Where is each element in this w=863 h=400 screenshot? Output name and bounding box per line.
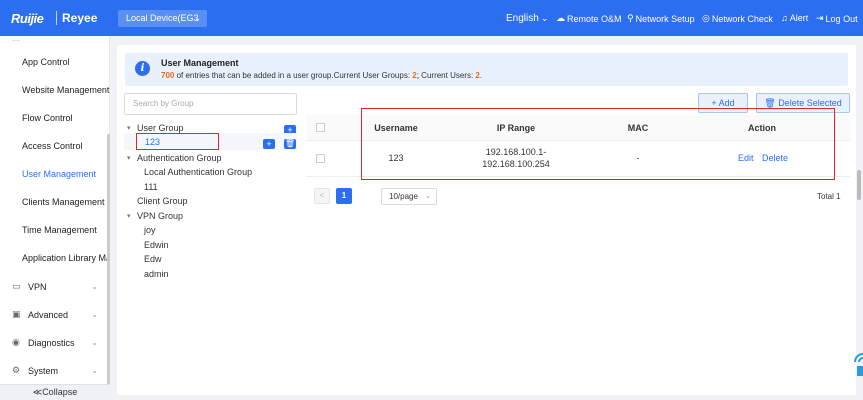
sidebar-scrollbar[interactable]: [107, 134, 110, 398]
sidebar-item-flow-control[interactable]: Flow Control: [22, 113, 110, 123]
logout-link[interactable]: ⇥ Log Out: [816, 13, 858, 24]
tree-node-label: User Group: [137, 123, 184, 133]
sidebar-group-label: Diagnostics: [28, 337, 75, 348]
tree-node-local-authentication-group[interactable]: Local Authentication Group: [144, 167, 252, 177]
chevron-down-icon: ⌄: [540, 13, 549, 23]
network-check-label: Network Check: [711, 13, 773, 24]
info-text-middle: ; Current Users:: [416, 71, 476, 80]
caret-down-icon: ▾: [127, 213, 131, 220]
tree-node-edwin[interactable]: Edwin: [144, 240, 169, 250]
main-panel: i User Management 700 of entries that ca…: [117, 45, 856, 395]
info-description: 700 of entries that can be added in a us…: [161, 71, 482, 80]
tree-node-label: VPN Group: [137, 211, 184, 221]
sidebar-item-access-control[interactable]: Access Control: [22, 141, 110, 151]
sidebar-item-website-management[interactable]: Website Management: [22, 85, 110, 95]
info-banner: i User Management 700 of entries that ca…: [125, 53, 848, 86]
remote-om-link[interactable]: ☁ Remote O&M: [556, 13, 622, 24]
sidebar-group-advanced[interactable]: ▣ Advanced ⌄: [12, 309, 104, 320]
vpn-icon: ▭: [12, 281, 21, 291]
group-search-input[interactable]: Search by Group: [124, 93, 297, 115]
ruijie-logo: Ruijie: [11, 11, 44, 26]
tree-node-edw[interactable]: Edw: [144, 254, 162, 264]
sidebar-item-clients-management[interactable]: Clients Management: [22, 197, 110, 207]
sidebar-group-vpn[interactable]: ▭ VPN ⌄: [12, 281, 104, 292]
language-menu[interactable]: English ⌄: [506, 13, 548, 24]
delete-selected-label: Delete Selected: [778, 98, 842, 108]
language-label: English: [506, 13, 539, 24]
sidebar-group-system[interactable]: ⚙ System ⌄: [12, 365, 104, 376]
diagnostics-icon: ◉: [12, 337, 20, 347]
top-header: Ruijie Reyee Local Device(EG3 ⌄ English …: [0, 0, 863, 36]
alert-link[interactable]: ♫ Alert: [781, 13, 808, 23]
sidebar-item-app-control[interactable]: App Control: [22, 57, 110, 67]
trash-icon: 🗑: [764, 98, 779, 108]
chevron-down-icon: ⌄: [91, 338, 98, 347]
logout-icon: ⇥: [816, 13, 824, 23]
remote-om-label: Remote O&M: [567, 13, 622, 24]
logout-label: Log Out: [825, 13, 858, 24]
network-setup-link[interactable]: ⚲ Network Setup: [627, 13, 695, 24]
chevron-down-icon: ⌄: [194, 14, 201, 23]
network-check-link[interactable]: ◎ Network Check: [702, 13, 773, 24]
sidebar-item-time-management[interactable]: Time Management: [22, 225, 110, 235]
check-icon: ◎: [702, 13, 710, 23]
sidebar-scroll-indicator: ···: [12, 36, 20, 45]
tree-node-vpn-group[interactable]: ▾ VPN Group: [127, 211, 183, 221]
highlight-box-tree-node: [136, 133, 219, 150]
sidebar: ··· App Control Website Management Flow …: [0, 36, 110, 400]
sidebar-item-application-library[interactable]: Application Library Mar: [22, 253, 110, 263]
sidebar-group-diagnostics[interactable]: ◉ Diagnostics ⌄: [12, 337, 104, 348]
tree-node-user-group[interactable]: ▾ User Group: [127, 123, 184, 133]
device-select-value: Local Device(EG3: [126, 13, 199, 23]
tree-node-label: Authentication Group: [137, 153, 222, 163]
advanced-icon: ▣: [12, 309, 21, 319]
device-select[interactable]: Local Device(EG3 ⌄: [118, 10, 207, 27]
page-size-value: 10/page: [389, 192, 418, 201]
info-title: User Management: [161, 58, 239, 68]
info-text-end: .: [479, 71, 483, 80]
tree-node-111[interactable]: 111: [144, 182, 158, 192]
sidebar-group-label: Advanced: [28, 309, 69, 320]
tree-node-client-group[interactable]: Client Group: [137, 196, 188, 206]
network-setup-label: Network Setup: [635, 13, 695, 24]
tree-node-authentication-group[interactable]: ▾ Authentication Group: [127, 153, 222, 163]
chevron-down-icon: ⌄: [91, 282, 98, 291]
entries-available-count: 700: [161, 71, 175, 80]
select-all-checkbox[interactable]: [316, 123, 325, 132]
highlight-box-table: [361, 108, 835, 180]
tree-node-joy[interactable]: joy: [144, 225, 156, 235]
caret-down-icon: ▾: [127, 155, 131, 162]
page-size-select[interactable]: 10/page ⌄: [381, 188, 437, 205]
info-text-before: of entries that can be added in a user g…: [174, 71, 413, 80]
page-1-button[interactable]: 1: [336, 188, 352, 204]
network-icon: ⚲: [627, 13, 634, 23]
system-icon: ⚙: [12, 365, 21, 375]
total-count: Total 1: [817, 192, 841, 201]
sidebar-group-label: System: [28, 365, 59, 376]
wifi-widget-icon[interactable]: [851, 348, 863, 378]
chevron-down-icon: ⌄: [91, 310, 98, 319]
sidebar-group-label: VPN: [28, 281, 47, 292]
row-checkbox[interactable]: [316, 154, 325, 163]
prev-page-button[interactable]: <: [314, 188, 330, 204]
bell-icon: ♫: [781, 13, 788, 23]
sidebar-item-user-management[interactable]: User Management: [22, 169, 110, 179]
cloud-icon: ☁: [556, 13, 565, 23]
caret-down-icon: ▾: [127, 125, 131, 132]
chevron-down-icon: ⌄: [91, 366, 98, 375]
alert-label: Alert: [789, 13, 809, 23]
trash-icon[interactable]: 🗑: [284, 139, 296, 149]
chevron-down-icon: ⌄: [425, 193, 431, 200]
reyee-logo: Reyee: [62, 11, 98, 25]
collapse-button[interactable]: ≪Collapse: [0, 384, 110, 400]
tree-node-admin[interactable]: admin: [144, 269, 169, 279]
page-scrollbar[interactable]: [857, 170, 861, 200]
info-icon: i: [135, 61, 150, 76]
add-icon[interactable]: +: [263, 139, 275, 149]
logo-divider: [56, 11, 57, 25]
